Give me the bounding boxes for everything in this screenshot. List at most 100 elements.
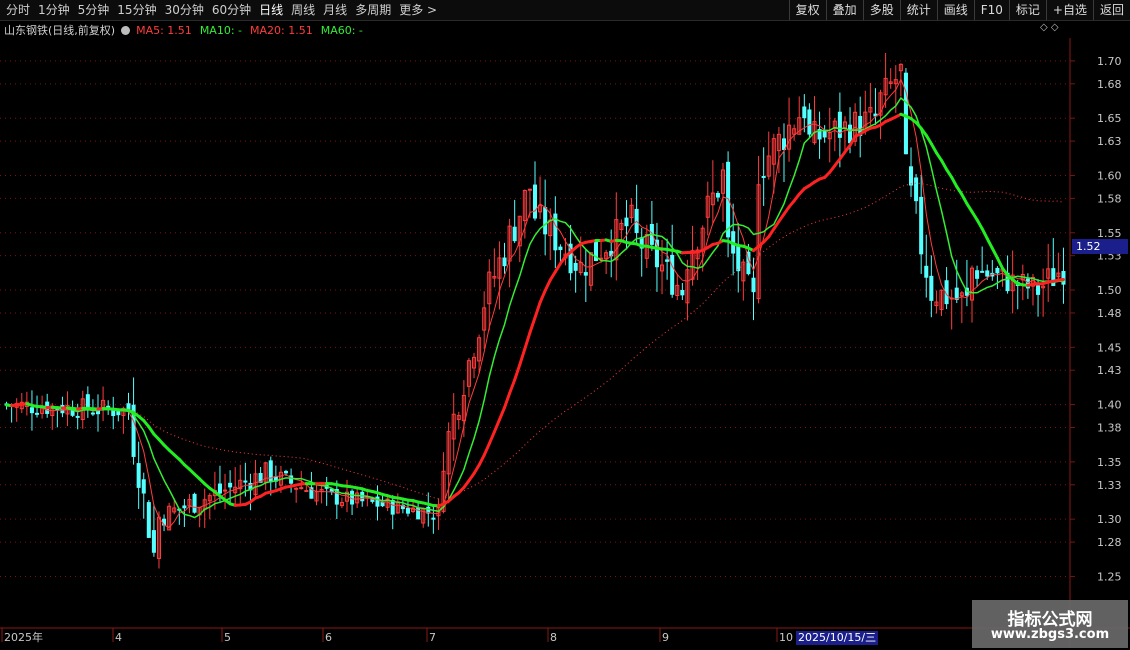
period-tab-3[interactable]: 15分钟 xyxy=(113,0,160,20)
ma20-segment xyxy=(487,430,496,446)
period-tab-2[interactable]: 5分钟 xyxy=(74,0,114,20)
candle-body xyxy=(299,487,304,490)
ma20-segment xyxy=(523,331,532,351)
ma20-segment xyxy=(533,301,542,320)
period-tab-9[interactable]: 多周期 xyxy=(351,0,395,20)
last-price-tag: 1.52 xyxy=(1072,239,1128,254)
period-tab-8[interactable]: 月线 xyxy=(319,0,351,20)
x-tick-label: 4 xyxy=(115,631,122,644)
ma20-segment xyxy=(975,218,984,231)
function-button-3[interactable]: 统计 xyxy=(899,0,937,20)
ma10-line xyxy=(6,96,1064,519)
candle-body xyxy=(919,196,924,255)
candle-body xyxy=(573,262,578,271)
candle-body xyxy=(802,106,807,119)
ma20-segment xyxy=(497,406,507,422)
candle-body xyxy=(822,129,827,138)
y-tick-label: 1.43 xyxy=(1097,364,1122,377)
function-button-8[interactable]: 返回 xyxy=(1092,0,1130,20)
candle-body xyxy=(35,412,40,415)
ma20-segment xyxy=(940,158,949,171)
candle-body xyxy=(228,482,233,488)
diamond-icons[interactable]: ◇ ◇ xyxy=(1040,22,1059,33)
y-tick-label: 1.30 xyxy=(1097,513,1122,526)
function-button-5[interactable]: F10 xyxy=(973,0,1009,20)
ma20-segment xyxy=(518,347,527,367)
candle-body xyxy=(736,244,741,272)
ma20-segment xyxy=(482,442,491,457)
ma20-segment xyxy=(513,363,522,382)
y-tick-label: 1.70 xyxy=(1097,55,1122,68)
candle-body xyxy=(751,277,756,293)
candle-body xyxy=(624,217,629,227)
candle-body xyxy=(995,267,1000,274)
ma20-segment xyxy=(477,453,486,467)
candle-body xyxy=(304,490,309,493)
settings-dot-icon[interactable] xyxy=(121,25,131,35)
ma20-segment xyxy=(538,289,547,305)
ma5-label: MA5: 1.51 xyxy=(136,23,192,37)
y-tick-label: 1.28 xyxy=(1097,536,1122,549)
candle-body xyxy=(90,412,95,415)
y-tick-label: 1.40 xyxy=(1097,399,1122,412)
x-tick-label: 10 xyxy=(779,631,793,644)
candle-body xyxy=(558,246,563,251)
candle-body xyxy=(975,270,980,279)
ma20-segment xyxy=(503,391,512,410)
period-toolbar: 分时 1分钟 5分钟 15分钟 30分钟 60分钟 日线 周线 月线 多周期 更多 > 复权 叠加 多股… xyxy=(0,0,1130,21)
candle-body xyxy=(954,287,959,300)
y-tick-label: 1.48 xyxy=(1097,307,1122,320)
candle-body xyxy=(75,415,80,418)
period-tab-6[interactable]: 日线 xyxy=(255,0,287,20)
y-tick-label: 1.35 xyxy=(1097,456,1122,469)
kline-chart[interactable]: 1.701.681.651.631.601.581.551.531.501.48… xyxy=(0,38,1130,648)
function-button-1[interactable]: 叠加 xyxy=(825,0,863,20)
candle-body xyxy=(29,407,34,414)
function-button-0[interactable]: 复权 xyxy=(788,0,826,20)
ma20-segment xyxy=(980,227,989,241)
candle-body xyxy=(502,257,507,267)
ma20-label: MA20: 1.51 xyxy=(250,23,313,37)
ma20-segment xyxy=(929,142,938,155)
ma60-label: MA60: - xyxy=(320,23,363,37)
candle-body xyxy=(1036,285,1041,295)
y-tick-label: 1.45 xyxy=(1097,341,1122,354)
function-button-2[interactable]: 多股 xyxy=(862,0,900,20)
candle-body xyxy=(223,489,228,492)
y-tick-label: 1.33 xyxy=(1097,479,1122,492)
x-tick-label: 2025年 xyxy=(4,630,43,644)
stock-title[interactable]: 山东钢铁(日线,前复权) xyxy=(4,22,115,38)
candle-body xyxy=(141,479,146,494)
candle-body xyxy=(512,226,517,242)
period-tab-5[interactable]: 60分钟 xyxy=(208,0,255,20)
ma60-line xyxy=(6,182,1064,500)
y-tick-label: 1.68 xyxy=(1097,78,1122,91)
ma20-segment xyxy=(543,278,552,293)
candle-body xyxy=(283,470,289,474)
candle-body xyxy=(665,259,670,262)
candle-body xyxy=(192,493,197,513)
period-tab-4[interactable]: 30分钟 xyxy=(161,0,208,20)
candle-body xyxy=(924,265,929,278)
candle-body xyxy=(670,254,675,295)
function-button-4[interactable]: 画线 xyxy=(936,0,974,20)
function-button-6[interactable]: 标记 xyxy=(1008,0,1046,20)
y-tick-label: 1.65 xyxy=(1097,112,1122,125)
candle-body xyxy=(268,460,273,483)
ma20-segment xyxy=(528,316,537,335)
period-tab-1[interactable]: 1分钟 xyxy=(34,0,74,20)
ma20-segment xyxy=(492,418,501,434)
y-tick-label: 1.25 xyxy=(1097,570,1122,583)
period-tab-7[interactable]: 周线 xyxy=(287,0,319,20)
candle-body xyxy=(848,124,853,144)
period-tab-0[interactable]: 分时 xyxy=(2,0,34,20)
candle-body xyxy=(405,507,410,514)
period-tab-10[interactable]: 更多 > xyxy=(395,0,441,20)
candle-body xyxy=(908,166,914,186)
y-tick-label: 1.38 xyxy=(1097,422,1122,435)
function-button-7[interactable]: +自选 xyxy=(1045,0,1093,20)
watermark-url: www.zbgs3.com xyxy=(990,627,1110,642)
candle-body xyxy=(543,207,548,235)
candle-body xyxy=(985,270,990,277)
candle-body xyxy=(903,72,908,155)
